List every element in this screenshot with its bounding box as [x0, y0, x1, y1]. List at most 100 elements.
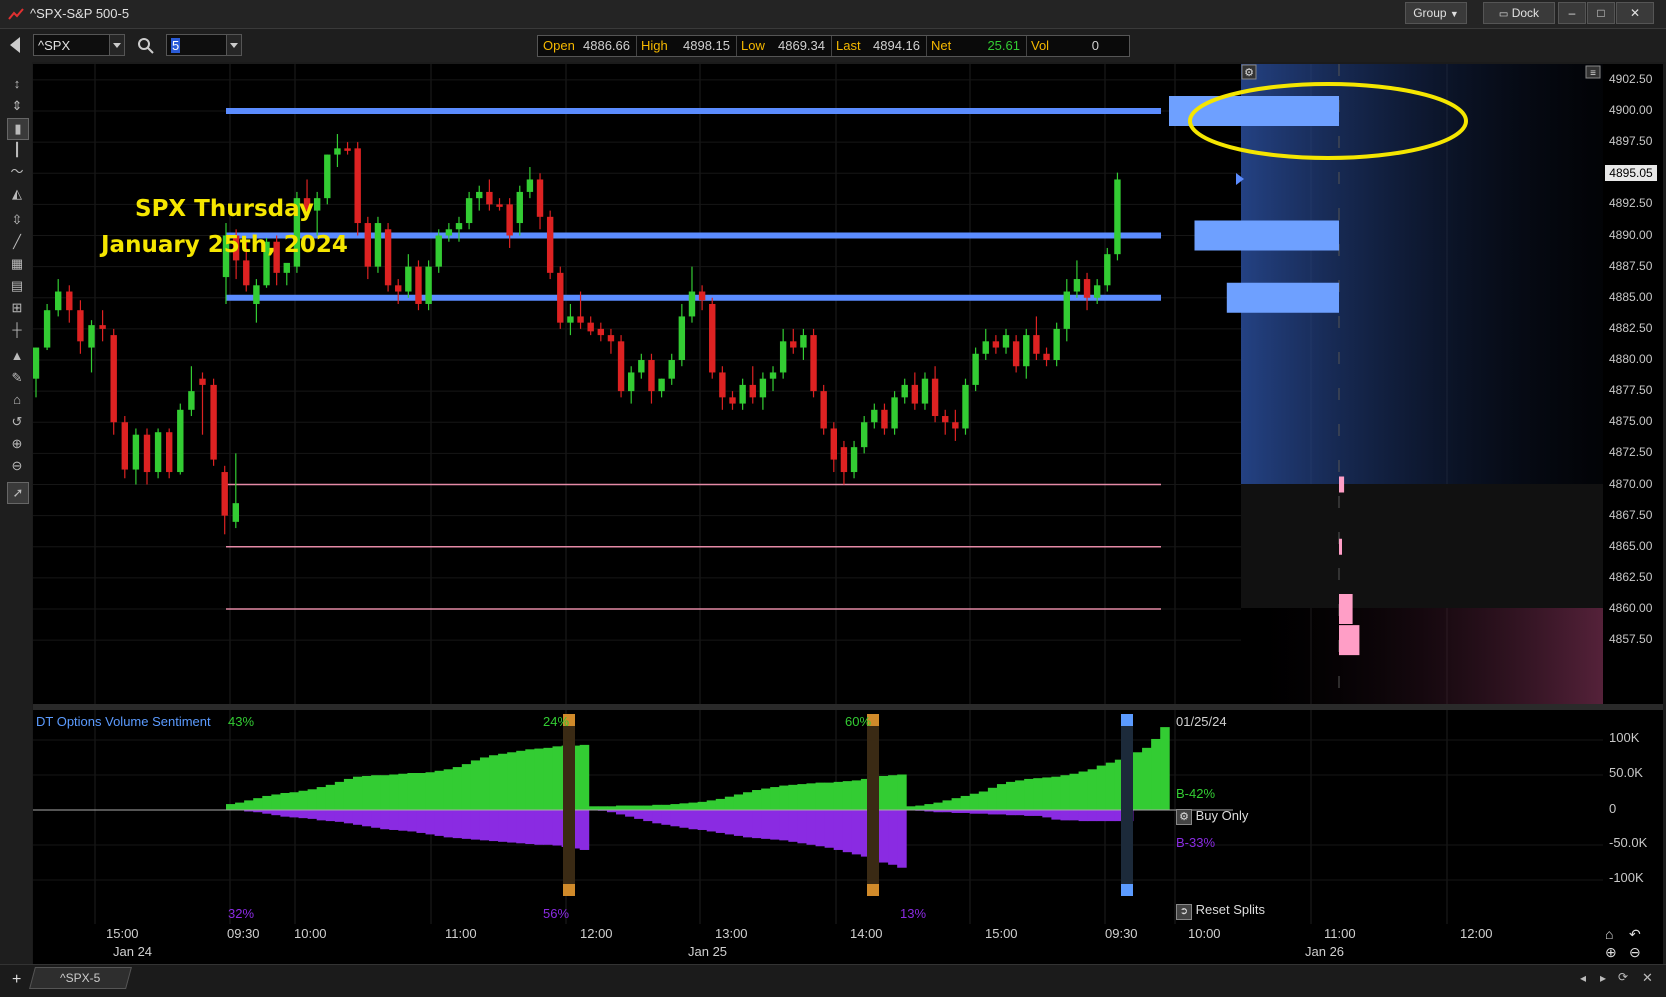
trendline-icon[interactable]: ╱ [7, 232, 27, 252]
back-arrow-icon[interactable] [10, 37, 20, 53]
price-chart-canvas: ⚙ ≡ [33, 64, 1603, 704]
zoom-in-icon[interactable]: ⊕ [7, 434, 27, 454]
segment-bottom-2: 56% [543, 906, 570, 921]
table-icon[interactable]: ▤ [7, 276, 27, 296]
drawing-toolbar: ↕ ⇕ ▮ ┃ 〜 ◭ ⇳ ╱ ▦ ▤ ⊞ ┼ ▲ ✎ ⌂ ↺ ⊕ ⊖ ➚ [0, 62, 32, 964]
bar-up-icon[interactable]: ▲ [7, 346, 27, 366]
zoom-out-icon[interactable]: ⊖ [1629, 944, 1641, 961]
candle-body [55, 291, 62, 311]
zoom-in-icon[interactable]: ⊕ [1605, 944, 1617, 961]
split-handle [1121, 884, 1133, 896]
minimize-button[interactable]: – [1558, 2, 1586, 24]
sell-bar [815, 810, 826, 847]
sell-bar [325, 810, 336, 822]
candle-body [1063, 291, 1070, 329]
close-button[interactable]: ✕ [1616, 2, 1654, 24]
symbol-input[interactable]: ^SPX [33, 34, 125, 56]
sell-bar [752, 810, 762, 839]
annotation-date: January 25th, 2024 [101, 232, 348, 258]
price-tick-label: 4892.50 [1609, 196, 1653, 211]
window-title-bar: ^SPX-S&P 500-5 Group ▼ ▭ Dock – □ ✕ [0, 0, 1666, 29]
sync-icon[interactable]: ⟳ [1618, 970, 1628, 984]
price-tick-label: 4860.00 [1609, 601, 1653, 615]
home-icon[interactable]: ⌂ [1605, 926, 1613, 942]
sell-bar [416, 810, 426, 833]
candle-body [253, 285, 260, 304]
candle-body [536, 179, 544, 217]
candle-body [496, 204, 503, 207]
gear-icon: ⚙ [1176, 809, 1192, 825]
sell-bar [543, 810, 553, 845]
buy-bar [797, 784, 807, 810]
candle-body [1043, 353, 1050, 360]
buy-bar [1015, 780, 1025, 810]
measure-icon[interactable]: ⇳ [7, 210, 27, 230]
undo-icon[interactable]: ↺ [7, 412, 27, 432]
sell-bar [1051, 810, 1061, 820]
buy-only-toggle[interactable]: ⚙ Buy Only [1176, 808, 1248, 825]
close-icon: ✕ [1629, 6, 1641, 20]
sell-bar [688, 810, 699, 830]
bar-type-icon[interactable]: ┃ [7, 140, 27, 160]
dock-button[interactable]: ▭ Dock [1483, 2, 1555, 24]
sell-bar [307, 810, 318, 819]
reset-splits-button[interactable]: ➲ Reset Splits [1176, 902, 1265, 920]
price-tick-label: 4862.50 [1609, 569, 1653, 584]
buy-bar [1078, 771, 1089, 810]
price-tick-label: 4880.00 [1609, 352, 1653, 366]
home-icon[interactable]: ⌂ [7, 390, 27, 410]
search-icon[interactable] [137, 37, 154, 54]
candle-type-icon[interactable]: ▮ [7, 118, 29, 140]
buy-bar [597, 806, 608, 810]
candle-body [1012, 341, 1020, 367]
time-axis[interactable]: ⌂ ↶ ⊕ ⊖ 15:00 09:30 10:00 11:00 12:00 13:00 14… [33, 924, 1663, 964]
sell-bar [1015, 810, 1025, 816]
buy-bar [352, 776, 363, 810]
time-tick-label: 09:30 [227, 926, 260, 941]
candle-body [344, 148, 351, 151]
chevron-down-icon[interactable] [226, 35, 241, 55]
candle-body [577, 316, 584, 323]
group-button[interactable]: Group ▼ [1405, 2, 1467, 24]
dock-icon: ▭ [1498, 9, 1509, 20]
buy-bar [334, 781, 345, 810]
window-title: ^SPX-S&P 500-5 [30, 6, 130, 21]
quote-low: Low 4869.34 [736, 36, 832, 56]
pencil-icon[interactable]: ✎ [7, 368, 27, 388]
sentiment-tick-label: -100K [1609, 870, 1644, 885]
close-tab-icon[interactable]: ✕ [1642, 970, 1653, 986]
open-value: 4886.66 [583, 38, 630, 53]
buy-bar [625, 805, 635, 810]
sell-bar [507, 810, 517, 843]
pointer-icon[interactable]: ➚ [7, 482, 29, 504]
add-tab-icon[interactable]: + [12, 971, 21, 989]
candle-body [1093, 285, 1101, 298]
candle-body [506, 204, 513, 236]
interval-input[interactable]: 5 [166, 34, 242, 56]
candle-body [232, 503, 239, 522]
price-tick-label: 4872.50 [1609, 445, 1653, 460]
undo-icon[interactable]: ↶ [1629, 926, 1641, 943]
sell-bar [1078, 810, 1089, 822]
quote-vol: Vol 0 [1026, 36, 1129, 56]
chart-tab[interactable]: ^SPX-5 [29, 967, 132, 989]
cursor-crosshair-icon[interactable]: ↕ [7, 74, 27, 94]
buy-bar [960, 795, 971, 810]
price-axis[interactable]: 4902.50 4900.00 4897.50 4892.50 4890.00 4887.… [1603, 64, 1663, 704]
line-type-icon[interactable]: 〜 [7, 162, 27, 182]
chevron-down-icon[interactable] [109, 35, 124, 55]
tab-next-icon[interactable]: ▸ [1600, 971, 1606, 985]
price-chart[interactable]: ⚙ ≡ SPX Thursday January 25th, 2024 [33, 64, 1603, 704]
sentiment-pane[interactable]: DT Options Volume Sentiment 43% 24% 60% … [33, 710, 1603, 924]
candle-body [1114, 179, 1121, 255]
candle-body [526, 179, 534, 192]
price-tick-label: 4882.50 [1609, 320, 1653, 335]
area-type-icon[interactable]: ◭ [7, 184, 27, 204]
horizontal-line-icon[interactable]: ┼ [7, 320, 27, 340]
tab-prev-icon[interactable]: ◂ [1580, 971, 1586, 985]
fibonacci-icon[interactable]: ▦ [7, 254, 27, 274]
grid-icon[interactable]: ⊞ [7, 298, 27, 318]
move-icon[interactable]: ⇕ [7, 96, 27, 116]
maximize-button[interactable]: □ [1587, 2, 1615, 24]
zoom-out-icon[interactable]: ⊖ [7, 456, 27, 476]
